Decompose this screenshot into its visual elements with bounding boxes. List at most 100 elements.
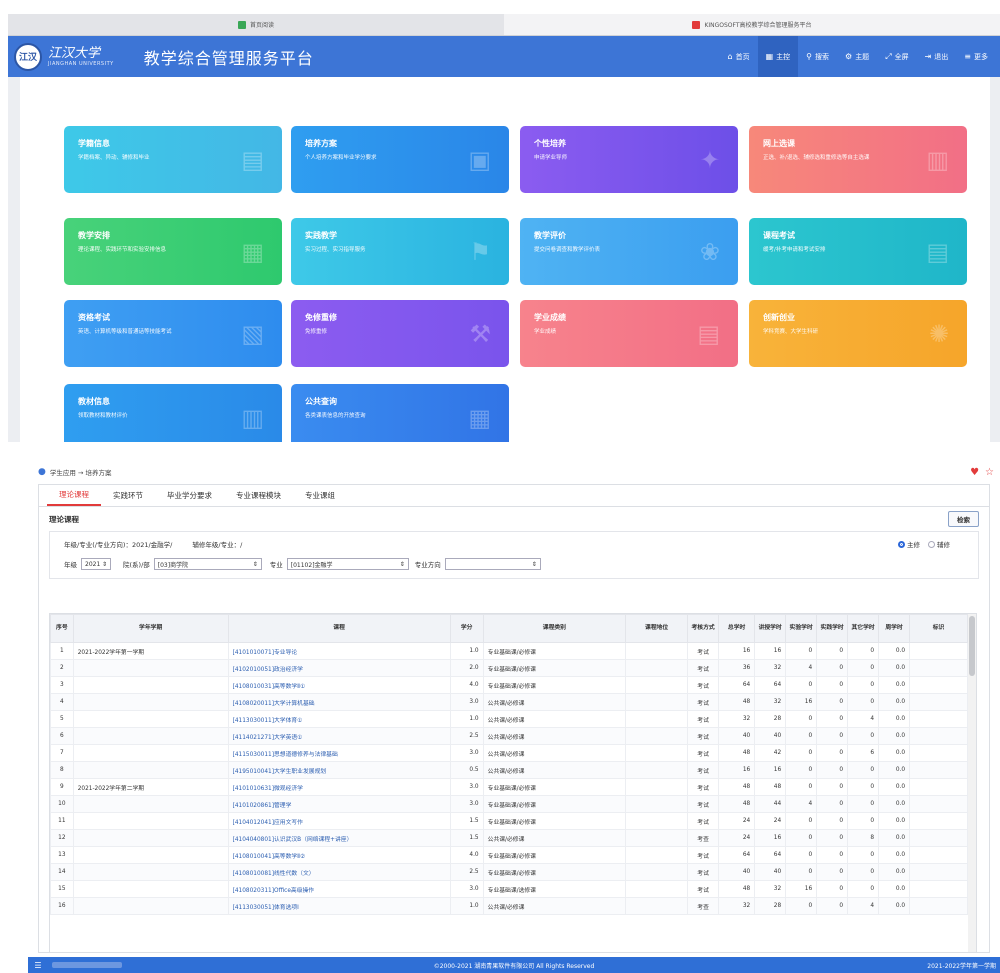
course-link[interactable]: [4113030051]体育选项Ⅰ [227, 897, 451, 915]
table-row[interactable]: 10 [4101020861]管理学 3.0 专业基础课/必修课 考试 48 44 4 0 0 0.… [50, 795, 968, 813]
course-link[interactable]: [4195010041]大学生职业发展规划 [227, 761, 451, 779]
tile-xuanke[interactable]: 网上选课 正选、补/退选、辅修选和重修选等自主选课 ▥ [749, 126, 967, 193]
tab-3[interactable]: 专业课程模块 [224, 485, 293, 506]
table-cell: 0 [816, 761, 849, 779]
table-cell [909, 778, 968, 796]
major-select[interactable]: [01102]金融学 ⇕ [286, 558, 409, 570]
tile-shijian[interactable]: 实践教学 实习过程、实习指导服务 ⚑ [291, 218, 509, 285]
browser-tab[interactable]: KINGOSOFT高校教学综合管理服务平台 [504, 14, 1000, 35]
table-row[interactable]: 9 2021-2022学年第二学期 [4101010631]微观经济学 3.0 专业基础… [50, 778, 968, 796]
tab-4[interactable]: 专业课组 [293, 485, 347, 506]
table-row[interactable]: 7 [4115030011]思想道德修养与法律基础 3.0 公共课/必修课 考试 48 42… [50, 744, 968, 762]
column-header: 课程类别 [482, 614, 627, 643]
table-cell [625, 897, 689, 915]
course-link[interactable]: [4113030011]大学体育① [227, 710, 451, 728]
tile-mianxiu[interactable]: 免修重修 免修重修 ⚒ [291, 300, 509, 367]
table-cell [72, 880, 229, 898]
tile-chaxun[interactable]: 公共查询 各类课表信息的开放查询 ▦ [291, 384, 509, 442]
table-cell: 4 [785, 659, 818, 677]
course-link[interactable]: [4108010081]线性代数（文） [227, 863, 451, 881]
table-row[interactable]: 8 [4195010041]大学生职业发展规划 0.5 公共课/必修课 考试 16 16 0 0… [50, 761, 968, 779]
course-link[interactable]: [4108010031]高等数学Ⅱ① [227, 676, 451, 694]
radio-minor[interactable]: 辅修 [928, 539, 950, 549]
home-icon: ⌂ [727, 52, 733, 61]
tile-zige[interactable]: 资格考试 英语、计算机等级和普通话等技能考试 ▧ [64, 300, 282, 367]
nav-item-dashboard[interactable]: ▦ 主控 [757, 36, 799, 77]
table-cell: 专业基础课/选修课 [482, 880, 627, 898]
favorite-heart-icon[interactable]: ♥ [970, 467, 979, 478]
tile-title: 课程考试 [763, 231, 795, 240]
clipboard-icon: ▣ [468, 146, 491, 174]
nav-item-logout[interactable]: ⇥ 退出 [917, 36, 957, 77]
table-row[interactable]: 13 [4108010041]高等数学Ⅱ② 4.0 专业基础课/必修课 考试 64 64 0 0… [50, 846, 968, 864]
table-cell: 3.0 [449, 795, 484, 813]
table-row[interactable]: 6 [4114021271]大学英语① 2.5 公共课/必修课 考试 40 40 0 0 0 0.0 [50, 727, 968, 745]
table-cell [72, 659, 229, 677]
table-row[interactable]: 16 [4113030051]体育选项Ⅰ 1.0 公共课/必修课 考查 32 28 0 0 4 0.… [50, 897, 968, 915]
dept-select[interactable]: [03]商学院 ⇕ [153, 558, 262, 570]
tile-pingjia[interactable]: 教学评价 提交问卷调查和教学评价表 ❀ [520, 218, 738, 285]
table-row[interactable]: 5 [4113030011]大学体育① 1.0 公共课/必修课 考试 32 28 0 0 4 0.0 [50, 710, 968, 728]
table-cell [909, 744, 968, 762]
course-link[interactable]: [4108020311]Office高级操作 [227, 880, 451, 898]
table-cell: 48 [718, 880, 756, 898]
course-link[interactable]: [4115030011]思想道德修养与法律基础 [227, 744, 451, 762]
tab-2[interactable]: 毕业学分要求 [155, 485, 224, 506]
tab-0[interactable]: 理论课程 [47, 485, 101, 506]
table-cell [625, 778, 689, 796]
direction-select[interactable]: ⇕ [444, 558, 541, 570]
table-cell: 1.0 [449, 710, 484, 728]
nav-item-fullscreen[interactable]: ⤢ 全屏 [877, 36, 916, 77]
table-cell: 32 [754, 693, 787, 711]
table-row[interactable]: 4 [4108020011]大学计算机基础 3.0 公共课/必修课 考试 48 32 16 0 0… [50, 693, 968, 711]
university-logo-text: 江汉大学 JIANGHAN UNIVERSITY [48, 47, 114, 67]
course-link[interactable]: [4108020011]大学计算机基础 [227, 693, 451, 711]
course-link[interactable]: [4108010041]高等数学Ⅱ② [227, 846, 451, 864]
major-label: 专业 [269, 561, 283, 569]
search-button[interactable]: 检索 [948, 511, 979, 527]
nav-item-theme[interactable]: ⚙ 主题 [837, 36, 877, 77]
table-row[interactable]: 15 [4108020311]Office高级操作 3.0 专业基础课/选修课 考试 48… [50, 880, 968, 898]
favicon-icon [237, 20, 246, 29]
dashboard-tiles: 学籍信息 学籍档案、异动、辅修和毕业 ▤ 培养方案 个人培养方案和毕业学分要求 ▣ 个性培养… [20, 77, 990, 442]
scrollbar-thumb[interactable] [969, 616, 975, 676]
course-link[interactable]: [4101010631]微观经济学 [227, 778, 451, 796]
table-cell: 16 [718, 761, 756, 779]
table-cell: 2 [50, 659, 74, 677]
tile-anpai[interactable]: 教学安排 理论课程、实践环节和实验安排信息 ▦ [64, 218, 282, 285]
tile-jiaocai[interactable]: 教材信息 领取教材和教材评价 ▥ [64, 384, 282, 442]
browser-tab-title: KINGOSOFT高校教学综合管理服务平台 [704, 22, 812, 29]
course-link[interactable]: [4101010071]专业导论 [227, 642, 451, 660]
nav-item-home[interactable]: ⌂ 首页 [720, 36, 758, 77]
browser-tab[interactable]: 首页阅读 [8, 14, 504, 35]
course-link[interactable]: [4114021271]大学英语① [227, 727, 451, 745]
table-row[interactable]: 11 [4104012041]应用文写作 1.5 专业基础课/必修课 考试 24 24 0 0 0… [50, 812, 968, 830]
dashboard-screenshot: 首页阅读 KINGOSOFT高校教学综合管理服务平台 江汉 江汉大学 JIANGH… [8, 14, 1000, 442]
nav-item-search[interactable]: ⚲ 搜索 [798, 36, 837, 77]
tile-chengji[interactable]: 学业成绩 学业成绩 ▤ [520, 300, 738, 367]
table-row[interactable]: 1 2021-2022学年第一学期 [4101010071]专业导论 1.0 专业基础课… [50, 642, 968, 660]
course-link[interactable]: [4104012041]应用文写作 [227, 812, 451, 830]
tab-1[interactable]: 实践环节 [101, 485, 155, 506]
bookmark-star-icon[interactable]: ☆ [985, 467, 994, 478]
tile-title: 教材信息 [78, 397, 110, 406]
course-link[interactable]: [4104040801]认识武汉B（网络课程+讲座） [227, 829, 451, 847]
nav-item-more[interactable]: ≡ 更多 [956, 36, 996, 77]
tile-chuangxin[interactable]: 创新创业 学科竞赛、大学生科研 ✺ [749, 300, 967, 367]
table-cell [72, 897, 229, 915]
course-link[interactable]: [4101020861]管理学 [227, 795, 451, 813]
tile-kaoshi[interactable]: 课程考试 缓考/补考申请和考试安排 ▤ [749, 218, 967, 285]
table-row[interactable]: 14 [4108010081]线性代数（文） 2.5 专业基础课/必修课 考试 40 40 0… [50, 863, 968, 881]
radio-main-label: 主修 [907, 541, 920, 549]
tile-gexing[interactable]: 个性培养 申请学业导师 ✦ [520, 126, 738, 193]
table-row[interactable]: 3 [4108010031]高等数学Ⅱ① 4.0 专业基础课/必修课 考试 64 64 0 0 0… [50, 676, 968, 694]
tile-xueji[interactable]: 学籍信息 学籍档案、异动、辅修和毕业 ▤ [64, 126, 282, 193]
course-link[interactable]: [4102010051]政治经济学 [227, 659, 451, 677]
table-scrollbar[interactable] [968, 614, 976, 952]
radio-main[interactable]: 主修 [898, 539, 920, 549]
table-row[interactable]: 12 [4104040801]认识武汉B（网络课程+讲座） 1.5 公共课/必修课 考查… [50, 829, 968, 847]
tile-peiyang[interactable]: 培养方案 个人培养方案和毕业学分要求 ▣ [291, 126, 509, 193]
table-row[interactable]: 2 [4102010051]政治经济学 2.0 专业基础课/必修课 考试 36 32 4 0 0 0… [50, 659, 968, 677]
table-cell [625, 863, 689, 881]
grade-stepper[interactable]: 2021 ⇕ [81, 558, 111, 570]
